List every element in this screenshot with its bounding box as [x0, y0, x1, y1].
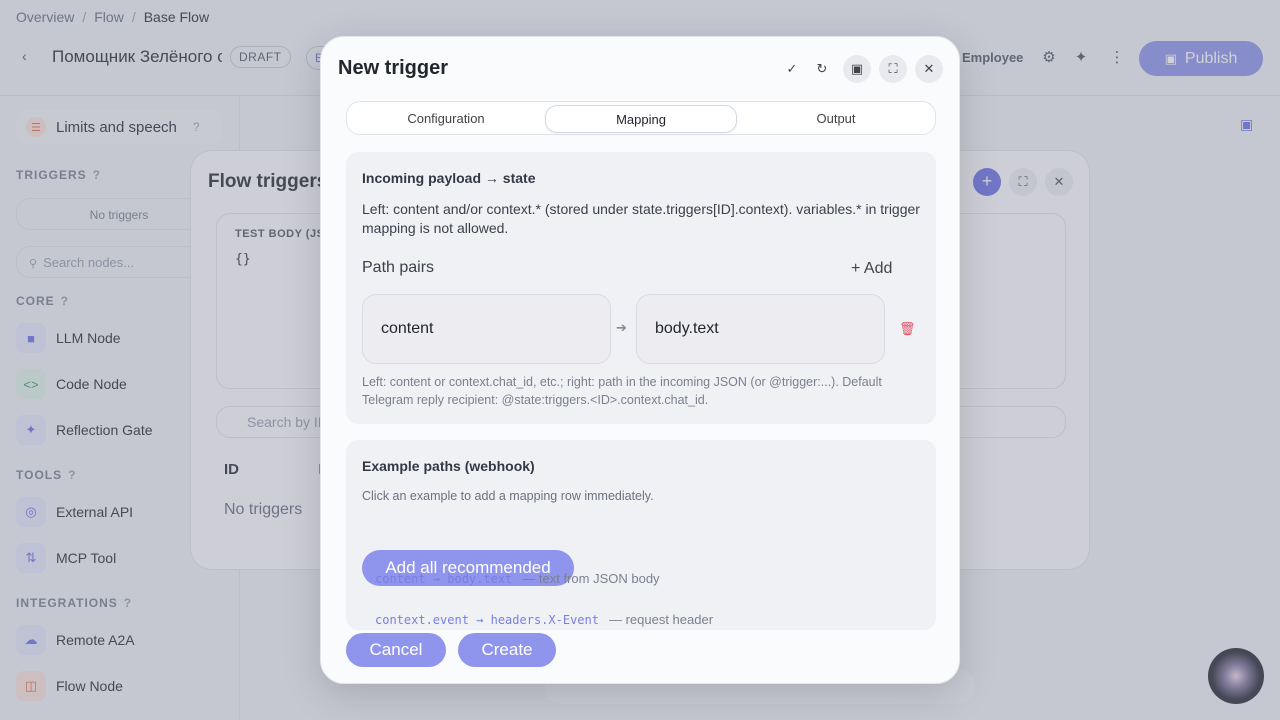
- path-pairs-hint: Left: content or context.chat_id, etc.; …: [362, 375, 882, 407]
- example-paths-card: Example paths (webhook) Click an example…: [346, 440, 936, 630]
- examples-description: Click an example to add a mapping row im…: [362, 489, 654, 503]
- incoming-heading: Incoming payload → state: [362, 170, 536, 186]
- tab-configuration[interactable]: Configuration: [350, 105, 542, 133]
- tab-output[interactable]: Output: [740, 105, 932, 133]
- trash-icon[interactable]: 🗑: [899, 321, 916, 337]
- arrow-right-icon: ➔: [616, 320, 627, 335]
- incoming-description: Left: content and/or context.* (stored u…: [362, 201, 920, 236]
- example-row[interactable]: context.event → headers.X-Event — request…: [375, 612, 713, 627]
- maximize-icon[interactable]: ⛶: [879, 55, 907, 83]
- examples-heading: Example paths (webhook): [362, 458, 535, 474]
- check-icon[interactable]: ✓: [778, 55, 806, 83]
- pair-right-input[interactable]: body.text: [636, 294, 885, 364]
- path-pairs-title: Path pairs: [362, 259, 435, 276]
- tab-mapping[interactable]: Mapping: [545, 105, 737, 133]
- create-button[interactable]: Create: [458, 633, 556, 667]
- tab-bar: Configuration Mapping Output: [346, 101, 936, 135]
- pair-left-input[interactable]: content: [362, 294, 611, 364]
- example-row[interactable]: content → body.text — text from JSON body: [375, 571, 660, 586]
- cancel-button[interactable]: Cancel: [346, 633, 446, 667]
- new-trigger-dialog: New trigger ✓ ↻ ▣ ⛶ ✕ Configuration Mapp…: [320, 36, 960, 684]
- add-path-pair-button[interactable]: + Add: [851, 260, 892, 278]
- close-icon[interactable]: ✕: [915, 55, 943, 83]
- dialog-title: New trigger: [338, 57, 449, 79]
- save-icon[interactable]: ▣: [843, 55, 871, 83]
- reset-icon[interactable]: ↻: [808, 55, 836, 83]
- incoming-payload-card: Incoming payload → state Left: content a…: [346, 152, 936, 424]
